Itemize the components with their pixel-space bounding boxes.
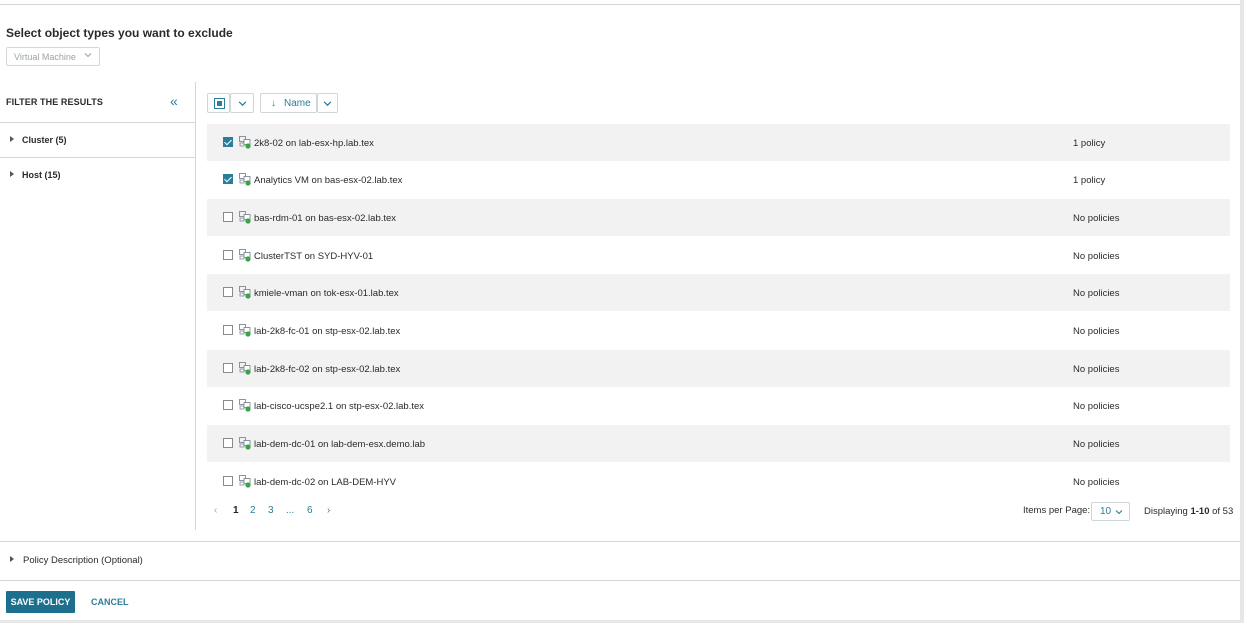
filter-divider xyxy=(0,122,196,123)
table-row[interactable]: lab-2k8-fc-02 on stp-esx-02.lab.tex No po… xyxy=(207,350,1230,387)
row-name: bas-rdm-01 on bas-esx-02.lab.tex xyxy=(254,213,397,224)
sort-options-dropdown[interactable] xyxy=(317,93,338,113)
row-policy-count: No policies xyxy=(1073,477,1120,488)
chevron-down-icon xyxy=(238,99,247,108)
displaying-range: 1-10 xyxy=(1190,506,1210,517)
row-policy-count: No policies xyxy=(1073,288,1120,299)
row-name: lab-cisco-ucspe2.1 on stp-esx-02.lab.tex xyxy=(254,401,425,412)
row-name: kmiele-vman on tok-esx-01.lab.tex xyxy=(254,288,399,299)
row-name: lab-dem-dc-02 on LAB-DEM-HYV xyxy=(254,477,397,488)
expand-triangle-icon xyxy=(10,171,14,177)
page-2[interactable]: 2 xyxy=(250,505,256,516)
row-checkbox[interactable] xyxy=(223,400,233,410)
row-policy-count: No policies xyxy=(1073,364,1120,375)
row-name: lab-2k8-fc-01 on stp-esx-02.lab.tex xyxy=(254,326,401,337)
sort-label: Name xyxy=(284,98,311,109)
table-row[interactable]: lab-2k8-fc-01 on stp-esx-02.lab.tex No po… xyxy=(207,312,1230,349)
sort-arrow-icon: ↓ xyxy=(271,98,276,109)
virtual-machine-icon xyxy=(239,437,251,450)
row-policy-count: 1 policy xyxy=(1073,175,1106,186)
section-divider xyxy=(0,580,1240,581)
row-checkbox[interactable] xyxy=(223,363,233,373)
row-name: 2k8-02 on lab-esx-hp.lab.tex xyxy=(254,138,374,149)
filter-item-host[interactable]: Host (15) xyxy=(10,170,61,180)
items-per-page-label: Items per Page: xyxy=(1023,505,1091,516)
section-divider xyxy=(0,541,1240,542)
virtual-machine-icon xyxy=(239,286,251,299)
row-checkbox[interactable] xyxy=(223,174,233,184)
virtual-machine-icon xyxy=(239,399,251,412)
filter-divider xyxy=(0,157,196,158)
object-type-select-value: Virtual Machine xyxy=(14,52,76,62)
cancel-button[interactable]: CANCEL xyxy=(91,597,129,607)
virtual-machine-icon xyxy=(239,173,251,186)
policy-description-label: Policy Description (Optional) xyxy=(23,555,143,566)
table-row[interactable]: lab-dem-dc-02 on LAB-DEM-HYV No policies xyxy=(207,463,1230,500)
row-policy-count: No policies xyxy=(1073,401,1120,412)
table-row[interactable]: lab-dem-dc-01 on lab-dem-esx.demo.lab No … xyxy=(207,425,1230,462)
row-name: lab-dem-dc-01 on lab-dem-esx.demo.lab xyxy=(254,439,426,450)
row-checkbox[interactable] xyxy=(223,137,233,147)
next-page-button[interactable]: › xyxy=(327,505,330,516)
row-checkbox[interactable] xyxy=(223,325,233,335)
items-per-page-select[interactable]: 10 xyxy=(1091,502,1130,521)
virtual-machine-icon xyxy=(239,475,251,488)
virtual-machine-icon xyxy=(239,362,251,375)
expand-triangle-icon xyxy=(10,556,14,562)
displaying-count: Displaying 1-10 of 53 xyxy=(1144,506,1233,517)
row-policy-count: No policies xyxy=(1073,439,1120,450)
filter-item-label: Host (15) xyxy=(22,170,61,180)
virtual-machine-icon xyxy=(239,324,251,337)
page-ellipsis[interactable]: ... xyxy=(286,505,294,516)
virtual-machine-icon xyxy=(239,249,251,262)
filter-header: FILTER THE RESULTS xyxy=(6,97,103,107)
row-name: lab-2k8-fc-02 on stp-esx-02.lab.tex xyxy=(254,364,401,375)
row-policy-count: 1 policy xyxy=(1073,138,1106,149)
table-row[interactable]: kmiele-vman on tok-esx-01.lab.tex No poli… xyxy=(207,274,1230,311)
row-checkbox[interactable] xyxy=(223,476,233,486)
row-name: Analytics VM on bas-esx-02.lab.tex xyxy=(254,175,403,186)
row-name: ClusterTST on SYD-HYV-01 xyxy=(254,251,374,262)
top-divider xyxy=(0,0,1240,5)
expand-triangle-icon xyxy=(10,136,14,142)
chevron-down-icon xyxy=(84,51,92,59)
virtual-machine-icon xyxy=(239,136,251,149)
page-3[interactable]: 3 xyxy=(268,505,274,516)
table-row[interactable]: 2k8-02 on lab-esx-hp.lab.tex 1 policy xyxy=(207,124,1230,161)
row-policy-count: No policies xyxy=(1073,326,1120,337)
collapse-filter-icon[interactable]: « xyxy=(170,93,178,109)
filter-item-label: Cluster (5) xyxy=(22,135,67,145)
chevron-down-icon xyxy=(323,99,332,108)
row-checkbox[interactable] xyxy=(223,212,233,222)
row-policy-count: No policies xyxy=(1073,251,1120,262)
object-type-select[interactable]: Virtual Machine xyxy=(6,47,100,66)
policy-description-toggle[interactable]: Policy Description (Optional) xyxy=(10,555,143,566)
prev-page-button[interactable]: ‹ xyxy=(214,505,217,516)
displaying-prefix: Displaying xyxy=(1144,506,1191,517)
sort-by-name-button[interactable]: ↓ Name xyxy=(260,93,317,113)
select-options-dropdown[interactable] xyxy=(230,93,254,113)
table-row[interactable]: Analytics VM on bas-esx-02.lab.tex 1 poli… xyxy=(207,161,1230,198)
virtual-machine-icon xyxy=(239,211,251,224)
items-per-page-value: 10 xyxy=(1100,506,1112,517)
row-checkbox[interactable] xyxy=(223,438,233,448)
save-policy-button[interactable]: SAVE POLICY xyxy=(6,591,75,613)
table-row[interactable]: bas-rdm-01 on bas-esx-02.lab.tex No polic… xyxy=(207,199,1230,236)
chevron-down-icon xyxy=(1115,508,1123,516)
page-1[interactable]: 1 xyxy=(233,505,239,516)
row-policy-count: No policies xyxy=(1073,213,1120,224)
exclude-section-title: Select object types you want to exclude xyxy=(6,26,233,40)
table-row[interactable]: lab-cisco-ucspe2.1 on stp-esx-02.lab.tex… xyxy=(207,387,1230,424)
filter-panel: FILTER THE RESULTS « Cluster (5) Host (1… xyxy=(0,82,196,530)
page-6[interactable]: 6 xyxy=(307,505,313,516)
filter-item-cluster[interactable]: Cluster (5) xyxy=(10,135,67,145)
row-checkbox[interactable] xyxy=(223,287,233,297)
table-row[interactable]: ClusterTST on SYD-HYV-01 No policies xyxy=(207,237,1230,274)
displaying-suffix: of 53 xyxy=(1209,506,1234,517)
row-checkbox[interactable] xyxy=(223,250,233,260)
partial-select-icon xyxy=(214,98,225,109)
select-all-checkbox[interactable] xyxy=(207,93,230,113)
window-edge xyxy=(1240,0,1244,623)
